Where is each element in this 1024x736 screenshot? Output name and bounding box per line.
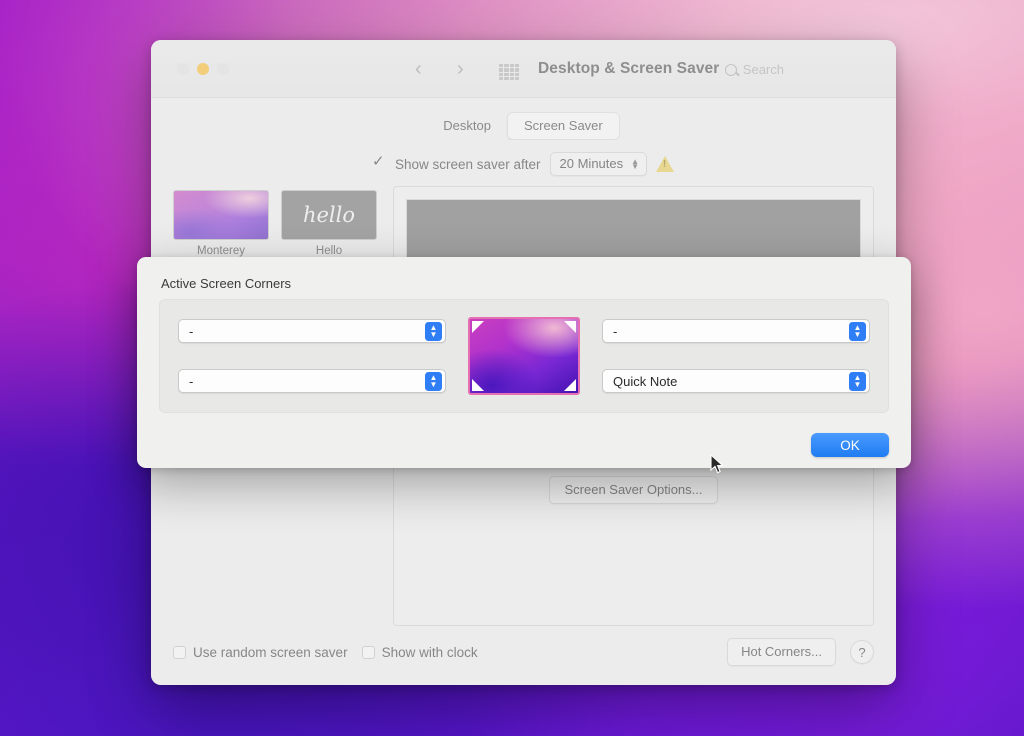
corner-marker-top-left-icon [472, 321, 484, 333]
bottom-right-corner-select[interactable]: Quick Note ▲ ▼ [602, 369, 870, 393]
bottom-left-corner-value: - [189, 373, 194, 389]
mouse-cursor [710, 454, 724, 474]
corner-marker-bottom-right-icon [564, 379, 576, 391]
right-corners-column: - ▲ ▼ Quick Note ▲ ▼ [602, 319, 870, 393]
sheet-footer: OK [159, 413, 889, 457]
corner-marker-top-right-icon [564, 321, 576, 333]
ok-button[interactable]: OK [811, 433, 889, 457]
left-corners-column: - ▲ ▼ - ▲ ▼ [178, 319, 446, 393]
hot-corners-sheet: Active Screen Corners - ▲▼ - ▲▼ - ▲▼ [137, 257, 911, 468]
corners-group-box: - ▲ ▼ - ▲ ▼ - ▲ ▼ Quick Note ▲ ▼ [159, 299, 889, 413]
stepper-icon[interactable]: ▲ ▼ [425, 371, 442, 391]
corner-marker-bottom-left-icon [472, 379, 484, 391]
top-left-corner-value: - [189, 323, 194, 339]
stepper-icon[interactable]: ▲ ▼ [425, 321, 442, 341]
stepper-icon[interactable]: ▲ ▼ [849, 321, 866, 341]
top-right-corner-value: - [613, 323, 618, 339]
screen-preview-thumbnail [468, 317, 580, 395]
stepper-icon[interactable]: ▲ ▼ [849, 371, 866, 391]
sheet-title: Active Screen Corners [161, 276, 292, 291]
bottom-right-corner-value: Quick Note [613, 373, 678, 389]
top-right-corner-select[interactable]: - ▲ ▼ [602, 319, 870, 343]
bottom-left-corner-select[interactable]: - ▲ ▼ [178, 369, 446, 393]
top-left-corner-select[interactable]: - ▲ ▼ [178, 319, 446, 343]
